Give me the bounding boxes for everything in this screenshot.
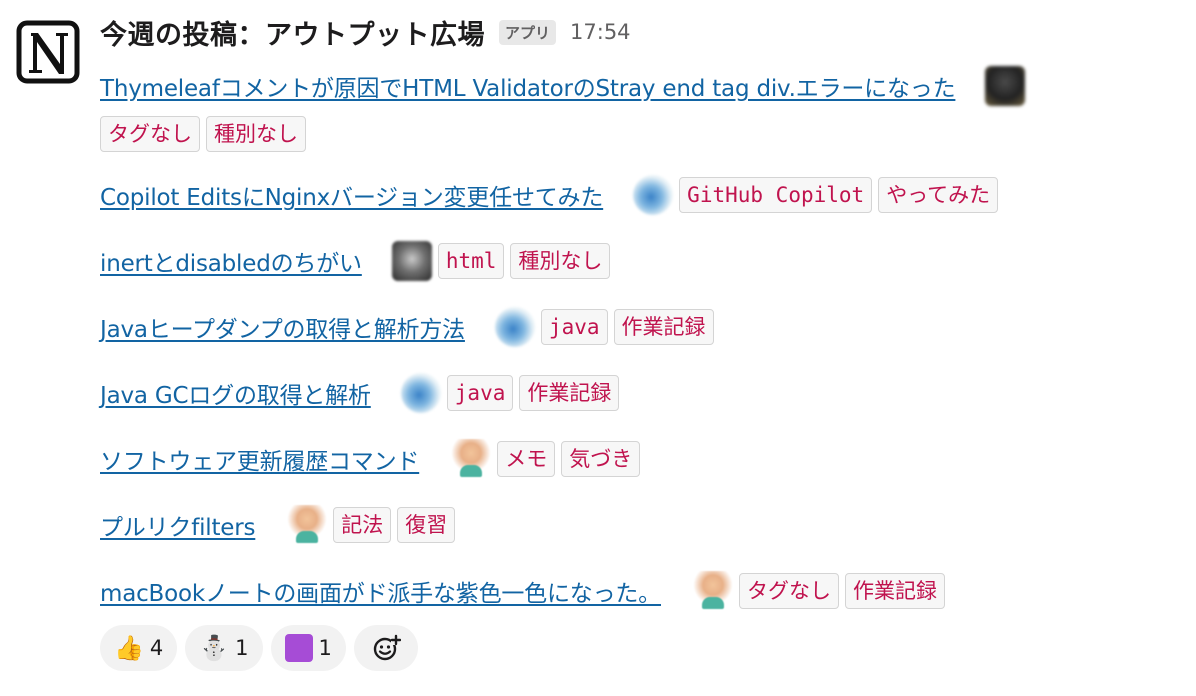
author-avatar <box>391 241 432 281</box>
message-header: 今週の投稿：アウトプット広場 アプリ 17:54 <box>100 13 631 52</box>
author-avatar <box>633 175 674 215</box>
add-emoji-icon <box>373 634 401 661</box>
add-reaction-button[interactable] <box>353 625 418 671</box>
post-item: Javaヒープダンプの取得と解析方法 java 作業記録 <box>100 307 714 347</box>
tag-badge: java <box>540 309 608 345</box>
thumbs-up-icon: 👍 <box>114 634 144 662</box>
app-badge: アプリ <box>499 19 557 45</box>
tag-badge: 記法 <box>333 507 392 543</box>
post-item: Copilot EditsにNginxバージョン変更任せてみた GitHub C… <box>100 175 999 215</box>
author-avatar <box>693 571 733 611</box>
reaction-thumbs-up[interactable]: 👍 4 <box>100 625 178 671</box>
author-avatar <box>985 66 1026 106</box>
snowman-graduate-icon: ⛄ <box>199 634 230 662</box>
post-link[interactable]: macBookノートの画面がド派手な紫色一色になった。 <box>100 574 661 608</box>
post-item: Thymeleafコメントが原因でHTML ValidatorのStray en… <box>100 66 1026 106</box>
tag-badge: html <box>437 243 505 279</box>
reaction-purple-square[interactable]: 1 <box>270 625 346 671</box>
tag-badge: タグなし <box>100 116 200 152</box>
post-link[interactable]: Copilot EditsにNginxバージョン変更任せてみた <box>100 178 603 212</box>
sender-name[interactable]: 今週の投稿：アウトプット広場 <box>100 13 485 52</box>
tag-badge: メモ <box>497 441 556 477</box>
message-timestamp[interactable]: 17:54 <box>570 20 631 44</box>
tag-badge: 種別なし <box>510 243 611 279</box>
post-item: プルリクfilters 記法 復習 <box>100 505 456 545</box>
post-link[interactable]: inertとdisabledのちがい <box>100 244 362 278</box>
purple-square-icon <box>284 634 313 662</box>
tag-badge: java <box>446 375 514 411</box>
reaction-count: 1 <box>318 636 332 660</box>
tag-badge: やってみた <box>878 177 999 213</box>
tag-badge: GitHub Copilot <box>679 177 873 213</box>
tag-badge: 作業記録 <box>845 573 945 609</box>
reaction-snowman[interactable]: ⛄ 1 <box>185 625 263 671</box>
post-item: ソフトウェア更新履歴コマンド メモ 気づき <box>100 439 641 479</box>
tag-badge: タグなし <box>739 573 839 609</box>
reaction-bar: 👍 4 ⛄ 1 1 <box>100 625 418 671</box>
tag-badge: 種別なし <box>206 116 306 152</box>
reaction-count: 4 <box>149 636 164 660</box>
post-link[interactable]: Javaヒープダンプの取得と解析方法 <box>100 310 465 344</box>
post-link[interactable]: Java GCログの取得と解析 <box>100 376 371 410</box>
notion-app-icon[interactable] <box>16 20 82 86</box>
author-avatar <box>400 373 441 413</box>
author-avatar <box>287 505 328 545</box>
post-item: macBookノートの画面がド派手な紫色一色になった。 タグなし 作業記録 <box>100 571 945 611</box>
post-link[interactable]: プルリクfilters <box>100 508 255 542</box>
post-link[interactable]: ソフトウェア更新履歴コマンド <box>100 442 419 476</box>
post-link[interactable]: Thymeleafコメントが原因でHTML ValidatorのStray en… <box>100 69 956 103</box>
reaction-count: 1 <box>235 636 249 660</box>
tag-badge: 作業記録 <box>613 309 714 345</box>
tag-badge: 気づき <box>561 441 641 477</box>
post-item: Java GCログの取得と解析 java 作業記録 <box>100 373 620 413</box>
post-tags: タグなし 種別なし <box>100 116 306 152</box>
post-item: inertとdisabledのちがい html 種別なし <box>100 241 611 281</box>
tag-badge: 復習 <box>397 507 456 543</box>
author-avatar <box>494 307 535 347</box>
tag-badge: 作業記録 <box>519 375 620 411</box>
author-avatar <box>451 439 492 479</box>
